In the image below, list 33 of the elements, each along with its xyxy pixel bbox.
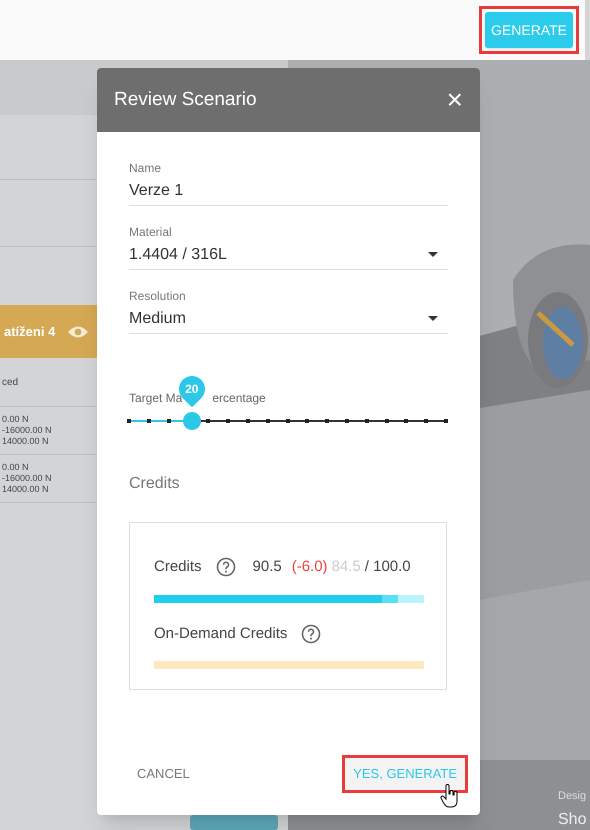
force-value: 14000.00 N: [2, 484, 49, 495]
force-value: 0.00 N: [2, 462, 29, 473]
credits-current: 90.5: [252, 557, 282, 577]
slider-track[interactable]: [129, 412, 446, 430]
field-label: Resolution: [129, 288, 187, 304]
force-value: -16000.00 N: [2, 473, 52, 484]
credits-total: / 100.0: [364, 557, 411, 577]
help-icon[interactable]: [301, 624, 322, 644]
credits-change: (-6.0): [292, 557, 328, 577]
force-value: 0.00 N: [2, 414, 29, 425]
caret-icon: [428, 316, 438, 321]
select-field[interactable]: 1.4404 / 316L: [129, 240, 448, 270]
slider-label: ercentage: [212, 390, 266, 406]
field-label: Material: [129, 224, 173, 240]
dialog-title: Review Scenario: [114, 88, 257, 112]
hand-cursor-icon: [440, 784, 460, 808]
caret-icon: [428, 252, 438, 257]
force-value: 14000.00 N: [2, 436, 49, 447]
section-heading: Credits: [129, 474, 181, 494]
slider-thumb[interactable]: [183, 412, 202, 430]
close-button[interactable]: ×: [446, 86, 463, 114]
credits-label: Credits: [154, 557, 202, 577]
field-label: Name: [129, 160, 162, 176]
help-icon[interactable]: [216, 557, 236, 578]
slider-label: Target Ma: [129, 390, 182, 406]
input-field[interactable]: Verze 1: [129, 176, 448, 206]
design-caption: Desig: [558, 789, 586, 804]
cancel-button[interactable]: CANCEL: [129, 758, 198, 790]
force-value: -16000.00 N: [2, 425, 52, 436]
on-demand-label: On-Demand Credits: [154, 624, 288, 644]
select-field[interactable]: Medium: [129, 304, 448, 334]
viewport-label: Sho: [558, 810, 586, 830]
column-label: ced: [2, 376, 18, 390]
